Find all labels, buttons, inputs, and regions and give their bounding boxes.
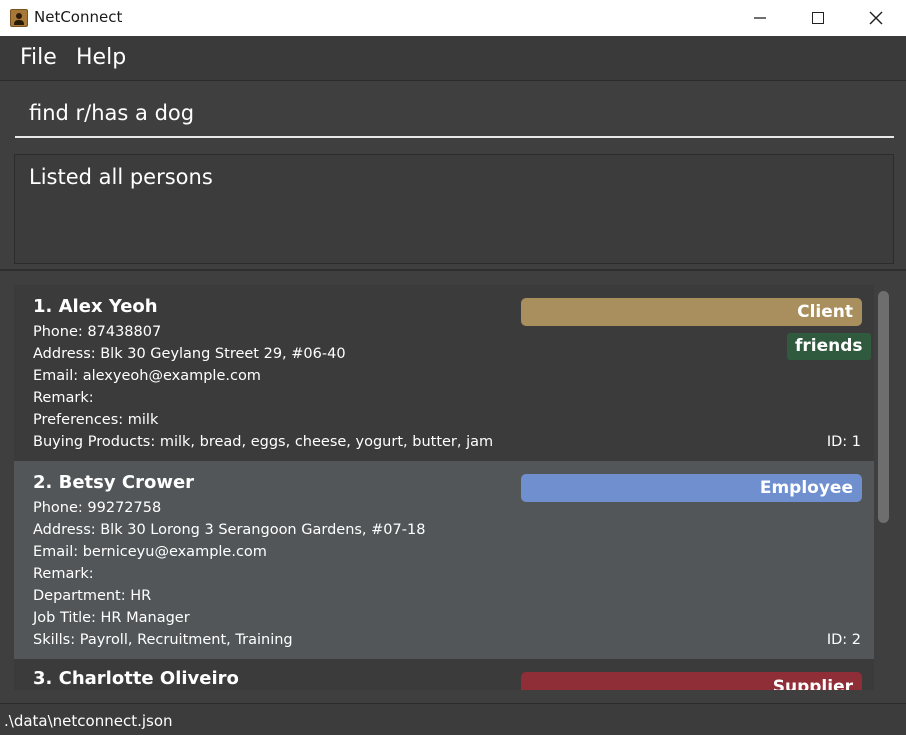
close-button[interactable] [847,0,905,36]
role-tag-employee: Employee [521,474,862,502]
person-name: 2. Betsy Crower [33,472,195,493]
role-tag-client: Client [521,298,862,326]
minimize-button[interactable] [731,0,789,36]
person-address: Address: Blk 30 Lorong 3 Serangoon Garde… [33,522,426,538]
person-skills: Skills: Payroll, Recruitment, Training [33,632,293,648]
divider [0,269,906,271]
result-display: Listed all persons [14,154,894,264]
person-department: Department: HR [33,588,152,604]
person-id: ID: 1 [826,434,861,450]
menu-help[interactable]: Help [76,45,126,70]
command-input[interactable] [15,90,894,136]
person-address: Address: Blk 30 Geylang Street 29, #06-4… [33,346,346,362]
person-name: 3. Charlotte Oliveiro [33,668,239,689]
person-card[interactable]: 2. Betsy Crower Phone: 99272758 Address:… [14,461,874,659]
person-id: ID: 2 [826,632,861,648]
menu-bar: File Help [0,36,906,81]
app-icon [10,9,28,27]
person-name: 1. Alex Yeoh [33,296,158,317]
person-job-title: Job Title: HR Manager [33,610,190,626]
data-file-path: .\data\netconnect.json [4,712,173,730]
person-email: Email: berniceyu@example.com [33,544,267,560]
menu-file[interactable]: File [20,45,57,70]
person-remark: Remark: [33,390,94,406]
minimize-icon [754,17,766,19]
person-preferences: Preferences: milk [33,412,159,428]
list-scrollbar-thumb[interactable] [878,291,889,523]
person-card[interactable]: 3. Charlotte Oliveiro Supplier [14,659,874,690]
person-phone: Phone: 87438807 [33,324,162,340]
status-bar: .\data\netconnect.json [0,703,906,735]
tag-friends: friends [787,333,871,360]
maximize-icon [812,12,824,24]
role-tag-supplier: Supplier [521,672,862,690]
person-list[interactable]: 1. Alex Yeoh Phone: 87438807 Address: Bl… [14,285,874,690]
window-title: NetConnect [34,8,123,26]
person-phone: Phone: 99272758 [33,500,162,516]
maximize-button[interactable] [789,0,847,36]
close-icon [869,11,883,25]
title-bar: NetConnect [0,0,906,36]
command-box [15,90,894,138]
person-card[interactable]: 1. Alex Yeoh Phone: 87438807 Address: Bl… [14,285,874,461]
person-remark: Remark: [33,566,94,582]
person-buying-products: Buying Products: milk, bread, eggs, chee… [33,434,494,450]
result-message: Listed all persons [29,165,213,189]
person-email: Email: alexyeoh@example.com [33,368,261,384]
